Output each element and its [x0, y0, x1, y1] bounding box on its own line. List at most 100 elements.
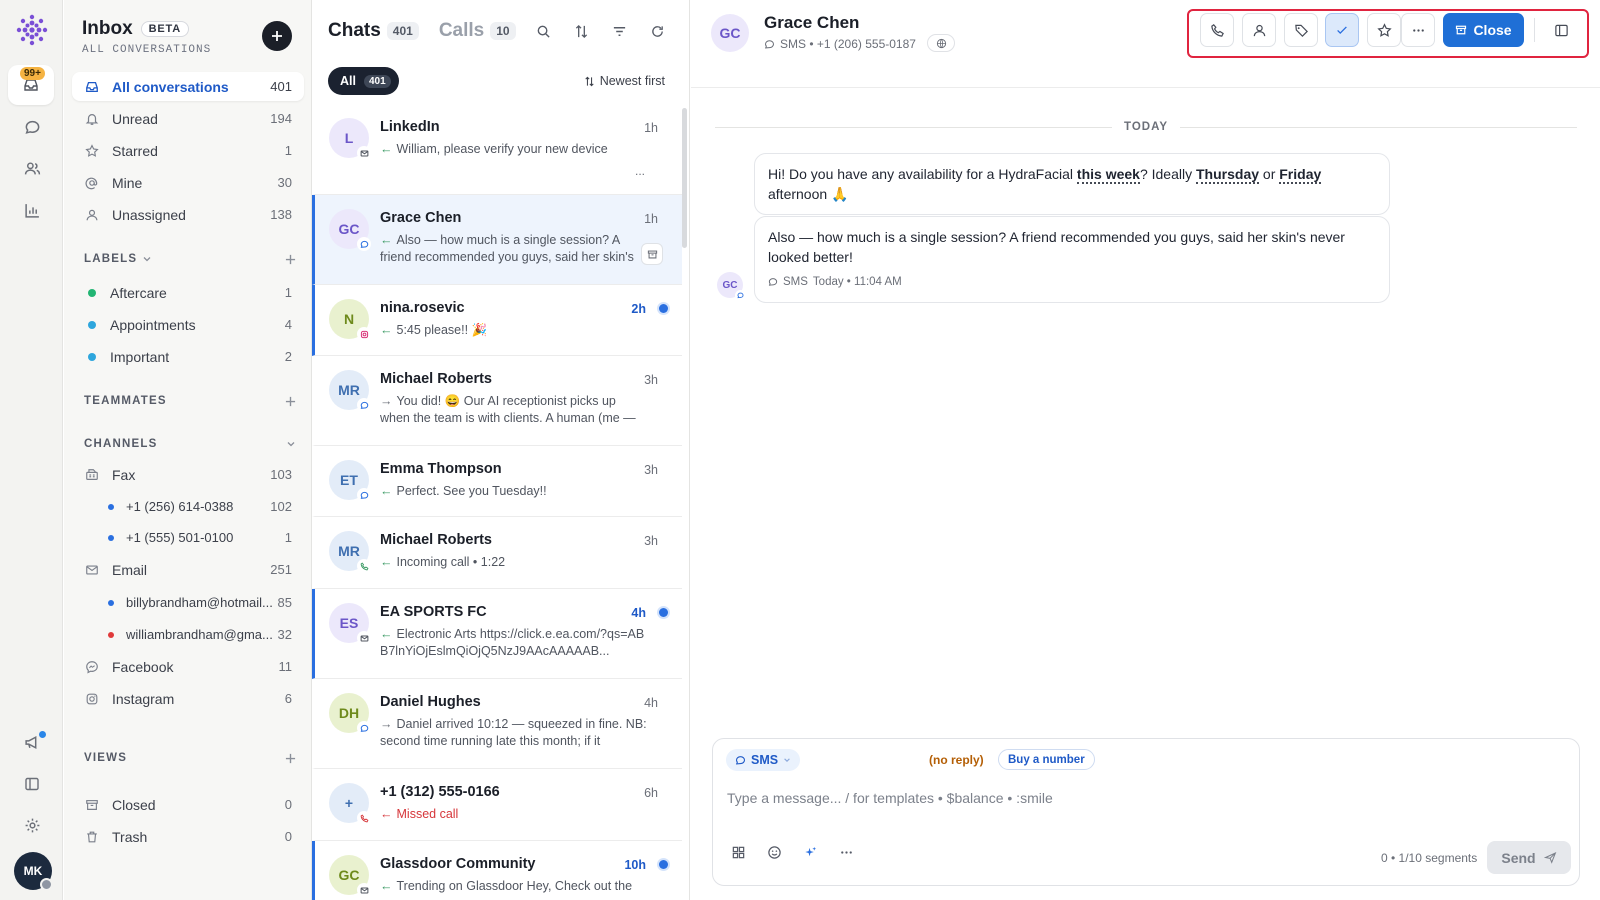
mark-done-button[interactable] — [1325, 13, 1359, 47]
channel-label: SMS — [751, 753, 779, 767]
email-account-1[interactable]: billybrandham@hotmail... 85 — [72, 588, 304, 617]
list-scrollbar[interactable] — [682, 108, 687, 248]
message-preview: ← Trending on Glassdoor Hey, Check out th… — [380, 879, 633, 893]
star-icon — [1376, 22, 1392, 37]
nav-count: 103 — [270, 467, 292, 482]
rail-settings[interactable] — [18, 811, 46, 839]
nav-unread[interactable]: Unread 194 — [72, 104, 304, 133]
assign-button[interactable] — [1242, 13, 1276, 47]
search-button[interactable] — [534, 22, 552, 40]
channel-facebook[interactable]: Facebook 11 — [72, 652, 304, 681]
date-highlight[interactable]: this week — [1076, 166, 1140, 184]
translate-button[interactable] — [927, 34, 955, 52]
templates-button[interactable] — [729, 843, 747, 861]
view-trash[interactable]: Trash 0 — [72, 822, 304, 851]
app-logo[interactable] — [14, 12, 50, 48]
star-button[interactable] — [1367, 13, 1401, 47]
contact-name: Emma Thompson — [380, 461, 502, 477]
date-highlight[interactable]: Friday — [1279, 166, 1322, 184]
rail-toggle-sidebar[interactable] — [18, 770, 46, 798]
contact-avatar[interactable]: GC — [711, 14, 749, 52]
ai-assist-button[interactable] — [801, 843, 819, 861]
rail-reports[interactable] — [18, 196, 46, 224]
conversation-row[interactable]: L LinkedIn 1h ← William, please verify yo… — [312, 104, 682, 195]
conversation-rows: L LinkedIn 1h ← William, please verify yo… — [312, 104, 682, 900]
rail-contacts[interactable] — [18, 154, 46, 182]
conversation-header: GC Grace Chen SMS • +1 (206) 555-0187 Cl… — [691, 0, 1600, 88]
more-tools-button[interactable] — [837, 843, 855, 861]
labels-section-header[interactable]: LABELS — [84, 253, 296, 265]
close-conversation-button[interactable]: Close — [1443, 13, 1524, 47]
label-aftercare[interactable]: Aftercare 1 — [72, 278, 304, 307]
tab-chats[interactable]: Chats — [328, 20, 381, 42]
timestamp: 4h — [644, 696, 658, 710]
channel-instagram[interactable]: Instagram 6 — [72, 684, 304, 713]
view-closed[interactable]: Closed 0 — [72, 790, 304, 819]
nav-count: 11 — [278, 659, 293, 674]
archive-icon — [1456, 25, 1467, 35]
channel-text: SMS • +1 (206) 555-0187 — [780, 37, 916, 51]
conversation-row[interactable]: ET Emma Thompson 3h ← Perfect. See you Tu… — [312, 446, 682, 517]
contact-name[interactable]: Grace Chen — [764, 13, 859, 33]
emoji-button[interactable] — [765, 843, 783, 861]
message-text: Also — how much is a single session? A f… — [768, 229, 1345, 265]
list-actions — [534, 22, 666, 40]
channel-selector[interactable]: SMS — [726, 749, 801, 771]
channel-email[interactable]: Email 251 — [72, 555, 304, 584]
conversation-row[interactable]: DH Daniel Hughes 4h → Daniel arrived 10:1… — [312, 679, 682, 769]
conversation-row[interactable]: ES EA SPORTS FC 4h ← Electronic Arts http… — [312, 589, 682, 679]
channels-section-header[interactable]: CHANNELS — [84, 438, 296, 450]
buy-number-button[interactable]: Buy a number — [998, 749, 1095, 770]
refresh-icon — [651, 25, 663, 37]
views-section-header[interactable]: VIEWS — [84, 752, 296, 764]
label-appointments[interactable]: Appointments 4 — [72, 310, 304, 339]
nav-all-conversations[interactable]: All conversations 401 — [72, 72, 304, 101]
toggle-details-panel-button[interactable] — [1544, 13, 1578, 47]
message-bubble: Hi! Do you have any availability for a H… — [754, 153, 1390, 215]
fax-number-2[interactable]: +1 (555) 501-0100 1 — [72, 523, 304, 552]
nav-unassigned[interactable]: Unassigned 138 — [72, 200, 304, 229]
call-button[interactable] — [1200, 13, 1234, 47]
section-title: LABELS — [84, 253, 138, 265]
label-important[interactable]: Important 2 — [72, 342, 304, 371]
tab-calls[interactable]: Calls — [439, 20, 484, 42]
star-icon — [85, 143, 99, 157]
archive-row-button[interactable] — [641, 243, 663, 265]
refresh-button[interactable] — [648, 22, 666, 40]
more-options-button[interactable] — [1401, 13, 1435, 47]
nav-mine[interactable]: Mine 30 — [72, 168, 304, 197]
conversation-row-selected[interactable]: GC Grace Chen 1h ← Also — how much is a s… — [312, 195, 682, 285]
sort-order-button[interactable]: Newest first — [584, 74, 665, 88]
nav-count: 1 — [284, 530, 292, 545]
date-highlight[interactable]: Thursday — [1196, 166, 1260, 184]
nav-label: Instagram — [112, 690, 175, 707]
nav-starred[interactable]: Starred 1 — [72, 136, 304, 165]
collapse-channels-button[interactable] — [286, 439, 296, 449]
sender-avatar: GC — [717, 272, 746, 301]
conversation-row[interactable]: + +1 (312) 555-0166 6h ← Missed call — [312, 769, 682, 841]
channel-fax[interactable]: Fax 103 — [72, 460, 304, 489]
conversation-row[interactable]: MR Michael Roberts 3h ← Incoming call • 1… — [312, 517, 682, 589]
timestamp: 6h — [644, 786, 658, 800]
email-account-2[interactable]: williambrandham@gma... 32 — [72, 620, 304, 649]
fax-number-1[interactable]: +1 (256) 614-0388 102 — [72, 492, 304, 521]
gear-icon — [25, 818, 39, 832]
compose-button[interactable] — [262, 21, 292, 51]
add-teammate-button[interactable] — [285, 396, 296, 407]
timestamp: 2h — [631, 302, 646, 316]
user-avatar[interactable]: MK — [14, 852, 53, 891]
label-button[interactable] — [1284, 13, 1318, 47]
filter-button[interactable] — [610, 22, 628, 40]
message-input[interactable]: Type a message... / for templates • $bal… — [727, 790, 1053, 806]
add-label-button[interactable] — [285, 254, 296, 265]
filter-all-chip[interactable]: All 401 — [328, 67, 399, 95]
conversation-row[interactable]: MR Michael Roberts 3h → You did! 😄 Our AI… — [312, 356, 682, 446]
nav-count: 194 — [270, 111, 292, 126]
sort-button[interactable] — [572, 22, 590, 40]
teammates-section-header[interactable]: TEAMMATES — [84, 395, 296, 407]
conversation-row[interactable]: GC Glassdoor Community 10h ← Trending on … — [312, 841, 682, 900]
rail-chats[interactable] — [18, 113, 46, 141]
add-view-button[interactable] — [285, 753, 296, 764]
conversation-row[interactable]: N nina.rosevic 2h ← 5:45 please!! 🎉 — [312, 285, 682, 356]
send-button[interactable]: Send — [1487, 841, 1571, 874]
